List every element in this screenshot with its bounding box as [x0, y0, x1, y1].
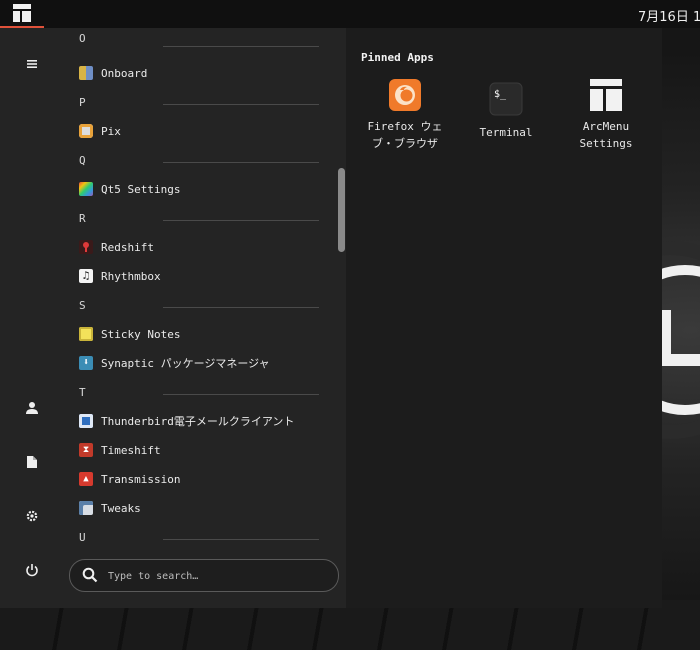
documents-button[interactable] — [20, 450, 44, 474]
onboard-icon — [79, 66, 93, 80]
list-item-synaptic[interactable]: ⬇ Synaptic パッケージマネージャ — [79, 352, 339, 374]
power-icon — [26, 564, 38, 577]
arcmenu-settings-icon — [589, 78, 623, 112]
rhythmbox-icon: ♫ — [79, 269, 93, 283]
firefox-icon — [388, 78, 422, 112]
hamburger-menu-button[interactable] — [20, 52, 44, 76]
list-item-transmission[interactable]: ▲ Transmission — [79, 468, 339, 490]
top-panel: 7月16日 1 — [0, 0, 700, 28]
hamburger-menu-icon — [27, 60, 37, 68]
section-header-r: R — [79, 212, 319, 226]
section-header-s: S — [79, 299, 319, 313]
sticky-notes-icon — [79, 327, 93, 341]
settings-button[interactable] — [20, 504, 44, 528]
pix-icon — [79, 124, 93, 138]
redshift-icon — [79, 240, 93, 254]
section-header-q: Q — [79, 154, 319, 168]
search-icon — [82, 567, 98, 583]
user-icon — [26, 402, 38, 414]
timeshift-icon: ⧗ — [79, 443, 93, 457]
list-item-thunderbird[interactable]: Thunderbird電子メールクライアント — [79, 410, 339, 432]
sidebar — [0, 28, 64, 608]
list-item-pix[interactable]: Pix — [79, 120, 339, 142]
arcmenu-button[interactable] — [0, 0, 44, 28]
terminal-icon: $_ — [489, 82, 523, 116]
list-item-redshift[interactable]: Redshift — [79, 236, 339, 258]
list-item-tweaks[interactable]: Tweaks — [79, 497, 339, 519]
section-header-t: T — [79, 386, 319, 400]
list-item-sticky-notes[interactable]: Sticky Notes — [79, 323, 339, 345]
app-list-scrollbar[interactable] — [338, 168, 345, 252]
qt5-settings-icon — [79, 182, 93, 196]
power-button[interactable] — [20, 558, 44, 582]
list-item-qt5-settings[interactable]: Qt5 Settings — [79, 178, 339, 200]
document-icon — [27, 456, 37, 468]
arcmenu-layout-icon — [13, 4, 31, 22]
list-item-rhythmbox[interactable]: ♫ Rhythmbox — [79, 265, 339, 287]
section-header-o: O — [79, 32, 319, 52]
svg-text:$_: $_ — [494, 89, 507, 100]
pinned-apps-title: Pinned Apps — [361, 51, 434, 64]
tweaks-icon — [79, 501, 93, 515]
settings-gear-icon — [26, 510, 38, 522]
pinned-app-firefox[interactable]: Firefox ウェ ブ・ブラウザ — [355, 78, 455, 152]
search-input[interactable] — [106, 565, 330, 587]
list-item-onboard[interactable]: Onboard — [79, 62, 339, 84]
pinned-app-terminal[interactable]: $_ Terminal — [456, 78, 556, 141]
user-button[interactable] — [20, 396, 44, 420]
synaptic-icon: ⬇ — [79, 356, 93, 370]
search-box — [69, 559, 339, 592]
section-header-p: P — [79, 96, 319, 110]
clock[interactable]: 7月16日 1 — [638, 6, 700, 25]
app-list: O Onboard P Pix Q Qt5 Settings R Redshif… — [64, 28, 344, 548]
thunderbird-icon — [79, 414, 93, 428]
pinned-app-arcmenu-settings[interactable]: ArcMenu Settings — [556, 78, 656, 152]
list-item-timeshift[interactable]: ⧗ Timeshift — [79, 439, 339, 461]
transmission-icon: ▲ — [79, 472, 93, 486]
section-header-u: U — [79, 531, 319, 545]
